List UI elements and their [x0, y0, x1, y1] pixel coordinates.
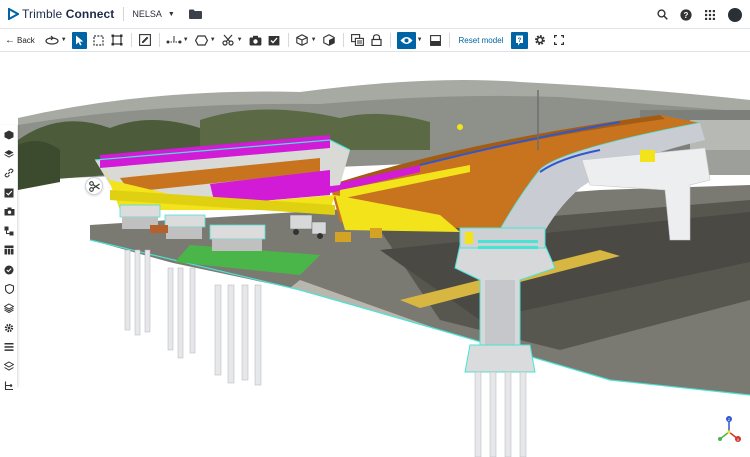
status-icon[interactable]	[0, 260, 18, 279]
select-tool[interactable]	[71, 31, 87, 49]
section-tool[interactable]	[221, 32, 236, 49]
brand[interactable]: Trimble Connect	[7, 7, 114, 21]
toolbar-divider	[389, 33, 391, 47]
screenshot-tool[interactable]	[248, 32, 263, 49]
snapshot-tool[interactable]	[267, 32, 282, 49]
svg-text:?: ?	[518, 37, 522, 43]
app-header: Trimble Connect NELSA ▼ ?	[0, 0, 750, 29]
trimble-logo-icon	[8, 8, 19, 20]
header-divider	[123, 7, 125, 21]
project-selector[interactable]: NELSA ▼	[132, 9, 174, 19]
box-select-icon	[93, 34, 104, 46]
shape-tool[interactable]	[194, 32, 209, 49]
left-side-panel	[0, 125, 18, 390]
panel-tool[interactable]	[428, 32, 443, 49]
scissors-icon	[88, 180, 100, 192]
pencil-markup-icon	[139, 34, 152, 46]
models-icon[interactable]	[0, 125, 18, 144]
shield-icon[interactable]	[0, 279, 18, 298]
user-avatar[interactable]	[728, 7, 742, 22]
settings-icon	[535, 35, 545, 45]
iso-view-tool[interactable]	[322, 32, 337, 49]
box-select-tool[interactable]	[91, 32, 106, 49]
brand-light: Trimble	[22, 7, 63, 21]
snapshot-icon	[268, 36, 280, 46]
toolbar-divider	[448, 33, 450, 47]
view-cube-tool[interactable]	[295, 32, 310, 49]
reset-model-button[interactable]: Reset model	[459, 36, 504, 45]
chevron-down-icon[interactable]: ▼	[210, 37, 216, 43]
chevron-down-icon[interactable]: ▼	[417, 37, 423, 43]
project-name: NELSA	[132, 9, 162, 19]
cube-icon	[296, 34, 308, 46]
layers-alt-icon[interactable]	[0, 357, 18, 376]
lines-icon[interactable]	[0, 337, 18, 356]
chevron-down-icon[interactable]: ▼	[237, 37, 243, 43]
iso-cube-icon	[323, 34, 335, 46]
checklist-icon[interactable]	[0, 183, 18, 202]
visibility-icon	[400, 36, 413, 44]
camera-icon[interactable]	[0, 202, 18, 221]
orbit-tool[interactable]	[45, 32, 60, 49]
orbit-icon	[45, 35, 59, 45]
clash-icon	[350, 34, 364, 46]
help-tool[interactable]: ?	[511, 31, 529, 49]
panel-icon	[429, 34, 441, 46]
lock-icon	[370, 34, 382, 46]
fullscreen-tool[interactable]	[551, 32, 566, 49]
search-icon[interactable]	[656, 9, 668, 21]
fit-box-icon	[111, 34, 123, 46]
lock-tool[interactable]	[369, 32, 384, 49]
section-scissor-button[interactable]	[85, 177, 103, 195]
list-icon[interactable]	[0, 241, 18, 260]
help-icon[interactable]: ?	[680, 8, 692, 21]
arrow-left-icon: ←	[5, 34, 15, 46]
folder-icon[interactable]	[188, 9, 202, 19]
toolbar-divider	[342, 33, 344, 47]
measure-icon	[166, 36, 182, 44]
toolbar-divider	[130, 33, 132, 47]
link-icon[interactable]	[0, 164, 18, 183]
3d-viewport[interactable]: Z X	[0, 52, 750, 457]
chevron-down-icon: ▼	[167, 10, 175, 18]
back-button[interactable]: ← Back	[5, 35, 35, 46]
toolbar-divider	[287, 33, 289, 47]
viewer-toolbar: ← Back ▼ ▼ ▼ ▼ ▼ ▼ Reset model ?	[0, 29, 750, 52]
svg-text:X: X	[737, 437, 740, 442]
chevron-down-icon[interactable]: ▼	[183, 37, 189, 43]
brand-bold: Connect	[65, 7, 115, 21]
shape-icon	[194, 34, 208, 46]
layers-icon[interactable]	[0, 144, 18, 163]
trimble-connect-app: Trimble Connect NELSA ▼ ? ← Back ▼ ▼ ▼ ▼…	[0, 0, 750, 457]
fullscreen-icon	[553, 35, 564, 45]
back-label: Back	[17, 35, 35, 45]
fit-box-tool[interactable]	[110, 32, 125, 49]
stack-icon[interactable]	[0, 299, 18, 318]
toolbar-divider	[158, 33, 160, 47]
clash-tool[interactable]	[350, 32, 365, 49]
section-icon	[222, 34, 234, 46]
apps-grid-icon[interactable]	[704, 9, 716, 21]
header-actions: ?	[656, 0, 742, 29]
measure-tool[interactable]	[166, 32, 182, 49]
settings-tool[interactable]	[532, 32, 547, 49]
organizer-icon[interactable]	[0, 221, 18, 240]
brand-name: Trimble Connect	[22, 7, 114, 21]
tree-icon[interactable]	[0, 376, 18, 395]
gear-icon[interactable]	[0, 318, 18, 337]
select-icon	[75, 35, 84, 45]
markup-tool[interactable]	[138, 32, 153, 49]
svg-text:?: ?	[684, 11, 689, 20]
bridge-model-render[interactable]	[0, 52, 750, 457]
help-icon: ?	[516, 35, 524, 45]
screenshot-icon	[249, 35, 262, 45]
axis-gizmo[interactable]: Z X	[716, 415, 742, 445]
chevron-down-icon[interactable]: ▼	[61, 37, 67, 43]
visibility-tool[interactable]	[396, 31, 416, 49]
chevron-down-icon[interactable]: ▼	[311, 37, 317, 43]
